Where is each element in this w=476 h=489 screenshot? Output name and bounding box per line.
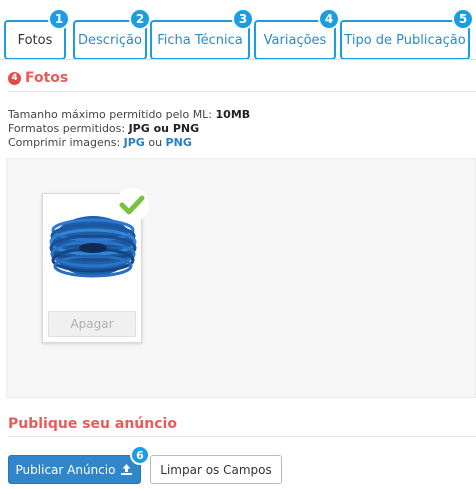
publish-section-title: Publique seu anúncio — [8, 416, 177, 432]
formats-line: Formatos permitidos: JPG ou PNG — [8, 122, 250, 136]
tab-tipo-publicacao-label: Tipo de Publicação — [344, 32, 466, 48]
check-icon — [115, 188, 149, 222]
compress-png-link[interactable]: PNG — [166, 136, 192, 149]
max-size-line: Tamanho máximo permitido pelo ML: 10MB — [8, 108, 250, 122]
section-title: Fotos — [25, 70, 69, 86]
tab-bar: Fotos 1 Descrição 2 Ficha Técnica 3 Vari… — [4, 8, 476, 60]
publish-step-number: 6 — [130, 445, 150, 465]
tab-fotos-label: Fotos — [17, 32, 53, 48]
tab-fotos-number: 1 — [48, 8, 70, 30]
compress-label: Comprimir imagens: — [8, 136, 124, 149]
upload-info: Tamanho máximo permitido pelo ML: 10MB F… — [8, 108, 250, 150]
delete-photo-button[interactable]: Apagar — [48, 311, 136, 337]
tab-variacoes[interactable]: Variações 4 — [254, 8, 340, 60]
section-header-fotos: 4 Fotos — [8, 67, 476, 89]
max-size-label: Tamanho máximo permitido pelo ML: — [8, 108, 216, 121]
tab-fotos[interactable]: Fotos 1 — [4, 8, 70, 60]
upload-icon — [121, 464, 133, 475]
step-badge: 4 — [8, 71, 21, 85]
publish-button-label: Publicar Anúncio — [15, 462, 116, 477]
tab-ficha-tecnica-label: Ficha Técnica — [157, 32, 243, 48]
max-size-value: 10MB — [215, 108, 251, 121]
section-divider — [8, 91, 476, 92]
compress-or: ou — [144, 136, 166, 149]
tab-tipo-publicacao-number: 5 — [452, 8, 474, 30]
tab-descricao-label: Descrição — [78, 32, 142, 48]
tab-descricao[interactable]: Descrição 2 — [73, 8, 151, 60]
compress-jpg-link[interactable]: JPG — [124, 136, 145, 149]
tab-ficha-tecnica[interactable]: Ficha Técnica 3 — [150, 8, 254, 60]
tab-variacoes-label: Variações — [263, 32, 327, 48]
publish-button[interactable]: Publicar Anúncio — [8, 455, 141, 484]
tab-tipo-publicacao[interactable]: Tipo de Publicação 5 — [340, 8, 474, 60]
compress-line: Comprimir imagens: JPG ou PNG — [8, 136, 250, 150]
tab-descricao-number: 2 — [129, 8, 151, 30]
formats-label: Formatos permitidos: — [8, 122, 129, 135]
tab-divider — [0, 59, 476, 60]
publish-divider — [8, 436, 476, 437]
tab-variacoes-number: 4 — [318, 8, 340, 30]
clear-fields-button[interactable]: Limpar os Campos — [150, 455, 282, 484]
formats-value: JPG ou PNG — [128, 122, 200, 135]
tab-ficha-tecnica-number: 3 — [232, 8, 254, 30]
